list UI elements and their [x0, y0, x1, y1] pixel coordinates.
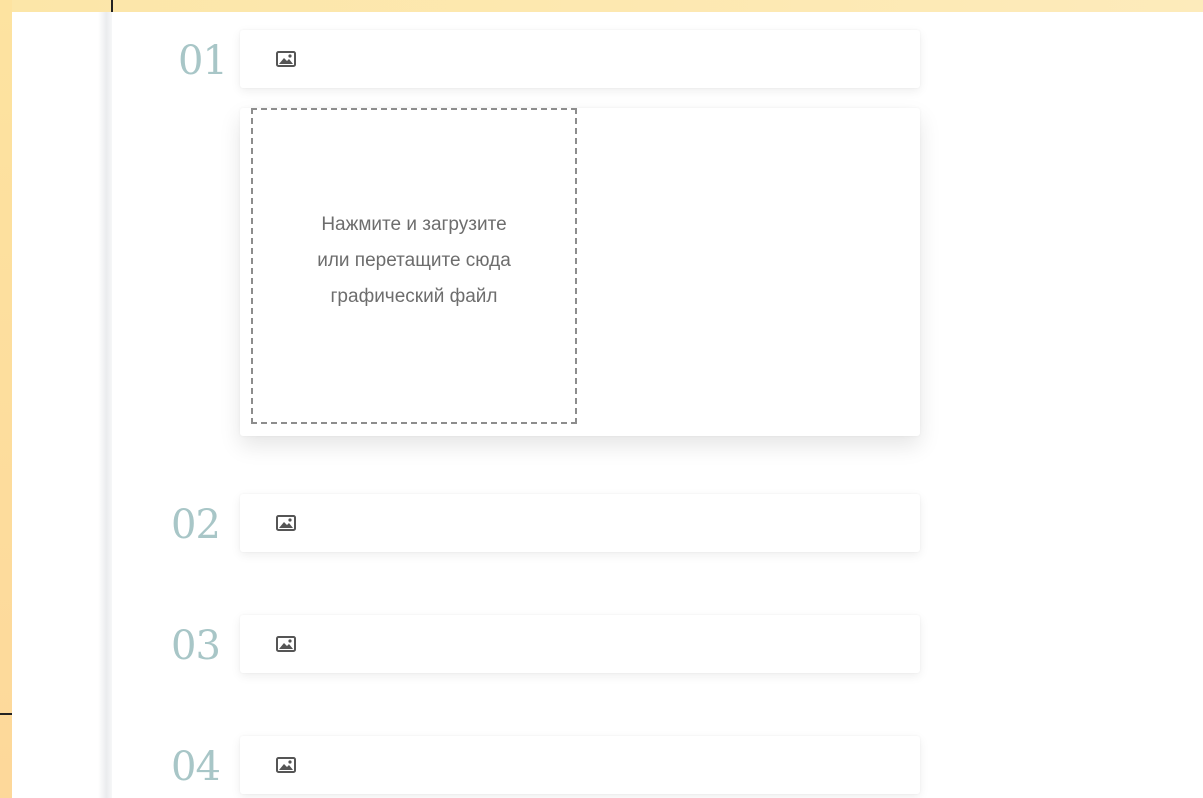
frame-left-edge — [0, 0, 12, 798]
text-cursor-mark — [111, 0, 113, 12]
step-number-02: 02 — [171, 502, 221, 548]
image-icon — [276, 757, 296, 773]
step-number-03: 03 — [171, 623, 221, 669]
outer-frame: 01 Нажмите и загрузите или перетащите сю… — [0, 0, 1203, 798]
file-dropzone[interactable]: Нажмите и загрузите или перетащите сюда … — [251, 108, 577, 424]
dropzone-line-3: графический файл — [330, 286, 498, 307]
dropzone-instructions: Нажмите и загрузите или перетащите сюда … — [269, 207, 559, 315]
step-bar-01[interactable] — [240, 30, 920, 88]
image-icon — [276, 51, 296, 67]
dropzone-line-2: или перетащите сюда — [317, 250, 511, 271]
dropzone-line-1: Нажмите и загрузите — [321, 214, 507, 235]
editor-page: 01 Нажмите и загрузите или перетащите сю… — [12, 12, 1203, 798]
step-number-01: 01 — [178, 38, 228, 84]
step-01-upload-panel: Нажмите и загрузите или перетащите сюда … — [240, 108, 920, 436]
step-number-04: 04 — [171, 744, 221, 790]
step-bar-04[interactable] — [240, 736, 920, 794]
image-icon — [276, 515, 296, 531]
image-icon — [276, 636, 296, 652]
step-bar-03[interactable] — [240, 615, 920, 673]
page-gutter-shadow — [98, 12, 112, 798]
step-bar-02[interactable] — [240, 494, 920, 552]
